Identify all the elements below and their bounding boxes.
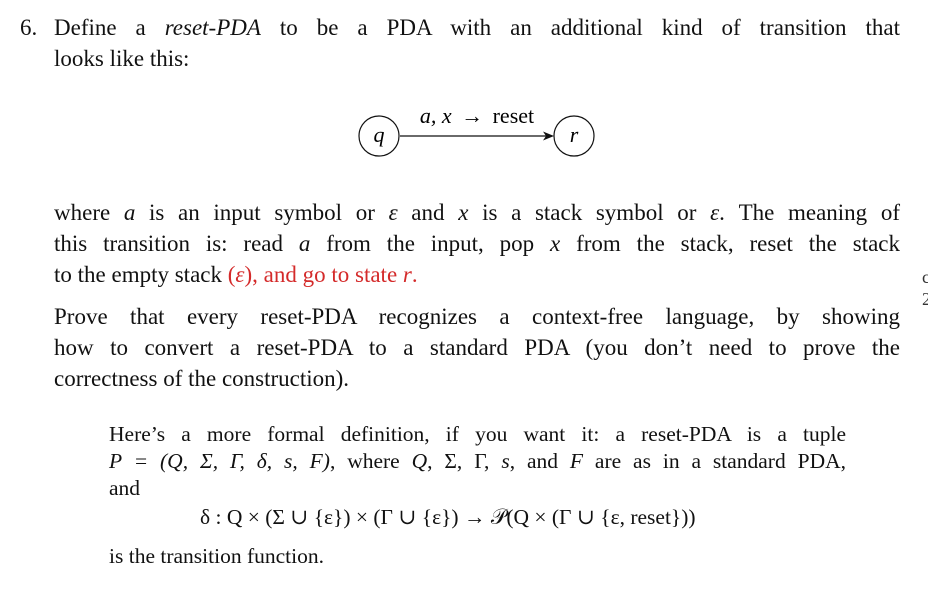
transition-label: a, x → reset — [420, 103, 534, 128]
intro-line-2: looks like this: — [54, 46, 190, 71]
text: ), and go to state — [244, 262, 403, 287]
problem-number: 6. — [20, 15, 38, 40]
tuple-math: P = (Q, Σ, Γ, δ, s, F) — [109, 449, 330, 473]
text: . The meaning of — [719, 200, 901, 225]
text: where — [54, 200, 124, 225]
cutoff-glyph: 2 — [922, 289, 928, 309]
text: and — [397, 200, 459, 225]
text: from the input, pop — [310, 231, 551, 256]
formal-closing: is the transition function. — [109, 544, 324, 568]
text: , where — [329, 449, 412, 473]
math-var: a — [123, 200, 136, 225]
text: , and — [509, 449, 570, 473]
explanation-line-2: this transition is: read a from the inpu… — [54, 228, 900, 259]
state-q-label: q — [374, 122, 385, 147]
transition-label-vars: a, x — [420, 103, 452, 128]
math-var: a — [298, 231, 311, 256]
math-var: Σ — [444, 449, 457, 473]
transition-function-formula: δ : Q × (Σ ∪ {ε}) × (Γ ∪ {ε}) → 𝒫(Q × (Γ… — [200, 505, 696, 529]
text: from the stack, reset the stack — [560, 231, 901, 256]
text: , — [427, 449, 445, 473]
text: to the empty stack — [54, 262, 228, 287]
formal-line-2: P = (Q, Σ, Γ, δ, s, F), where Q, Σ, Γ, s… — [109, 448, 846, 475]
task-line-1: Prove that every reset-PDA recognizes a … — [54, 304, 900, 329]
state-r-label: r — [570, 122, 579, 147]
math-var: Γ — [474, 449, 485, 473]
transition-label-action: reset — [493, 103, 535, 128]
intro-line-1: Define a reset-PDA to be a PDA with an a… — [54, 12, 900, 43]
math-var: x — [458, 200, 469, 225]
formal-line-1: Here’s a more formal definition, if you … — [109, 422, 846, 446]
math-var: Q — [411, 449, 428, 473]
transition-label-arrow: → — [461, 103, 483, 128]
text: , — [456, 449, 475, 473]
explanation-line-3: to the empty stack (ε), and go to state … — [54, 259, 900, 290]
text: is an input symbol or — [135, 200, 389, 225]
intro-text: Define a — [54, 15, 165, 40]
math-var: ε — [235, 262, 245, 287]
text: this transition is: read — [54, 231, 299, 256]
math-var: ε — [710, 200, 720, 225]
math-var: F — [569, 449, 584, 473]
text: , — [484, 449, 502, 473]
transition-diagram: q r a, x → reset — [340, 95, 620, 170]
defined-term: reset-PDA — [164, 15, 261, 40]
task-line-2: how to convert a reset-PDA to a standard… — [54, 335, 900, 360]
highlighted-text: (ε), and go to state r. — [228, 262, 418, 287]
text: are as in a standard PDA, — [583, 449, 846, 473]
text: is a stack symbol or — [468, 200, 711, 225]
intro-text: to be a PDA with an additional kind of t… — [260, 15, 900, 40]
text: . — [411, 262, 418, 287]
formal-line-3: and — [109, 476, 141, 500]
math-var: s — [501, 449, 510, 473]
math-var: ε — [388, 200, 398, 225]
math-var: r — [402, 262, 412, 287]
explanation-line-1: where a is an input symbol or ε and x is… — [54, 197, 900, 228]
task-line-3: correctness of the construction). — [54, 366, 350, 391]
math-var: x — [550, 231, 561, 256]
